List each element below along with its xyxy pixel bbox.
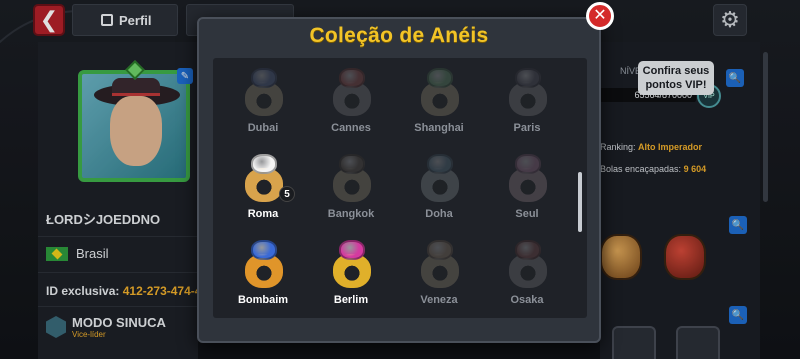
ring-gem [515, 154, 541, 174]
ring-item[interactable]: Bombaim [223, 238, 303, 318]
ring-icon [417, 66, 463, 118]
ring-gem [339, 68, 365, 88]
ring-gem [515, 68, 541, 88]
ring-icon [329, 152, 375, 204]
ring-item[interactable]: Cannes [311, 66, 391, 146]
ring-icon [329, 66, 375, 118]
ring-item[interactable]: Berlim [311, 238, 391, 318]
ring-label: Bombaim [237, 294, 289, 306]
ring-icon [241, 66, 287, 118]
ring-icon [417, 238, 463, 290]
ring-icon [505, 238, 551, 290]
ring-label: Roma [247, 208, 279, 220]
ring-label: Bangkok [327, 208, 375, 220]
ring-label: Paris [513, 122, 541, 134]
ring-item[interactable]: Shanghai [399, 66, 479, 146]
ring-label: Osaka [510, 294, 544, 306]
ring-label: Seul [515, 208, 539, 220]
ring-gem [427, 154, 453, 174]
ring-gem [427, 240, 453, 260]
ring-item[interactable]: Dubai [223, 66, 303, 146]
ring-grid[interactable]: Dubai Cannes Shanghai Paris Roma 5 Bangkok Doha… [213, 58, 587, 318]
ring-count-badge: 5 [279, 186, 295, 202]
ring-label: Dubai [247, 122, 279, 134]
ring-gem [251, 68, 277, 88]
ring-gem [515, 240, 541, 260]
ring-icon [417, 152, 463, 204]
ring-item[interactable]: Veneza [399, 238, 479, 318]
ring-gem [339, 154, 365, 174]
ring-label: Cannes [331, 122, 371, 134]
ring-icon [505, 66, 551, 118]
ring-gem [339, 240, 365, 260]
ring-label: Shanghai [414, 122, 464, 134]
ring-item[interactable]: Seul [487, 152, 567, 232]
ring-gem [427, 68, 453, 88]
ring-item[interactable]: Paris [487, 66, 567, 146]
ring-label: Berlim [333, 294, 369, 306]
close-button[interactable]: ✕ [586, 2, 614, 30]
close-icon: ✕ [593, 7, 607, 24]
ring-icon [329, 238, 375, 290]
ring-label: Veneza [420, 294, 458, 306]
ring-grid-scrollbar[interactable] [578, 172, 582, 232]
ring-icon [505, 152, 551, 204]
ring-icon [241, 238, 287, 290]
modal-title: Coleção de Anéis [309, 24, 489, 47]
ring-label: Doha [425, 208, 453, 220]
ring-item[interactable]: Doha [399, 152, 479, 232]
ring-gem [251, 154, 277, 174]
ring-item[interactable]: Osaka [487, 238, 567, 318]
ring-item[interactable]: Bangkok [311, 152, 391, 232]
ring-gem [251, 240, 277, 260]
ring-item[interactable]: Roma 5 [223, 152, 303, 232]
